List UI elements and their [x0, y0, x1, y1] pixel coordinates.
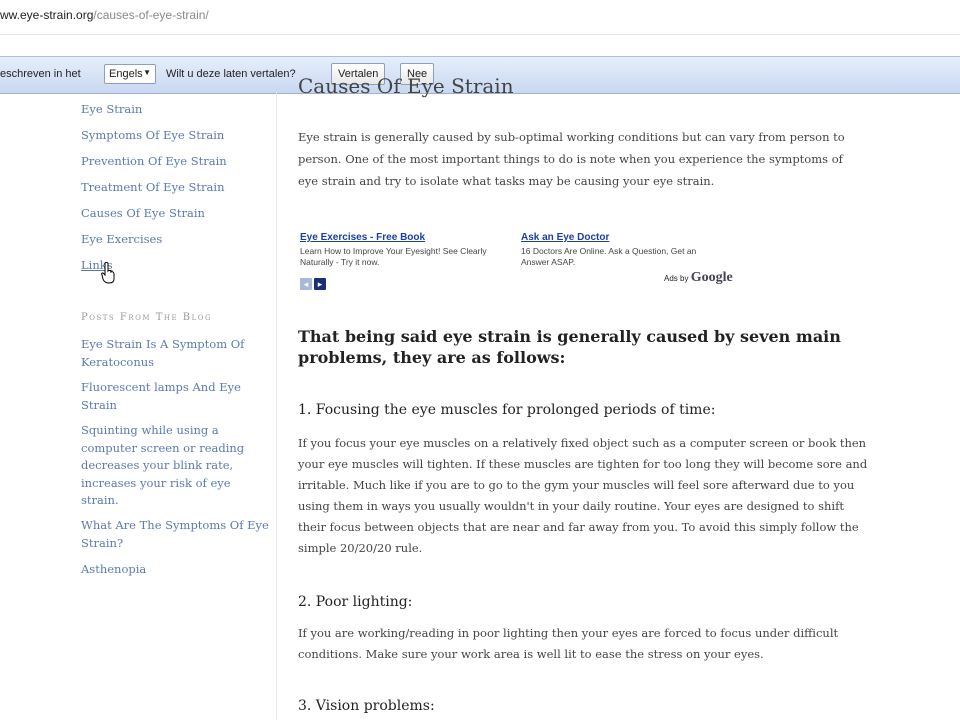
language-value: Engels — [109, 68, 143, 80]
translate-question: Wilt u deze laten vertalen? — [166, 68, 296, 80]
ad-description: Learn How to Improve Your Eyesight! See … — [300, 246, 487, 267]
ad-item[interactable]: Eye Exercises - Free Book Learn How to I… — [300, 232, 505, 268]
hand-cursor-icon — [101, 262, 115, 284]
sidebar-link-exercises[interactable]: Eye Exercises — [81, 232, 162, 246]
sidebar: Eye Strain Symptoms Of Eye Strain Preven… — [0, 92, 277, 720]
written-in-label: eschreven in het — [0, 68, 81, 80]
address-bar[interactable]: ww.eye-strain.org/causes-of-eye-strain/ — [0, 0, 960, 35]
ad-description: 16 Doctors Are Online. Ask a Question, G… — [521, 246, 697, 267]
section-subheading: That being said eye strain is generally … — [298, 327, 841, 367]
blog-heading: Posts From The Blog — [81, 312, 213, 323]
cause-paragraph: If you focus your eye muscles on a relat… — [298, 436, 868, 555]
dropdown-arrow-icon: ▼ — [143, 68, 151, 77]
ad-navigation: ◂ ▸ — [300, 274, 328, 292]
cause-heading: 3. Vision problems: — [298, 698, 435, 714]
blog-post-link[interactable]: Eye Strain Is A Symptom Of Keratoconus — [81, 336, 271, 371]
ad-title-link[interactable]: Ask an Eye Doctor — [521, 232, 726, 243]
ads-by-google[interactable]: Ads by Google — [664, 270, 733, 286]
cause-paragraph: If you are working/reading in poor light… — [298, 626, 839, 661]
cause-heading: 1. Focusing the eye muscles for prolonge… — [298, 402, 716, 418]
url-text[interactable]: ww.eye-strain.org/causes-of-eye-strain/ — [0, 8, 209, 22]
blog-post-link[interactable]: Squinting while using a computer screen … — [81, 422, 271, 510]
sidebar-link-eye-strain[interactable]: Eye Strain — [81, 102, 142, 116]
main-content: Causes Of Eye Strain Eye strain is gener… — [298, 74, 938, 720]
cause-heading: 2. Poor lighting: — [298, 594, 413, 610]
intro-paragraph: Eye strain is generally caused by sub-op… — [298, 130, 845, 188]
ad-prev-icon[interactable]: ◂ — [300, 278, 312, 290]
sidebar-link-treatment[interactable]: Treatment Of Eye Strain — [81, 180, 224, 194]
language-select[interactable]: Engels ▼ — [104, 64, 156, 84]
ad-item[interactable]: Ask an Eye Doctor 16 Doctors Are Online.… — [521, 232, 726, 268]
sidebar-link-prevention[interactable]: Prevention Of Eye Strain — [81, 154, 227, 168]
sidebar-link-symptoms[interactable]: Symptoms Of Eye Strain — [81, 128, 224, 142]
blog-post-link[interactable]: Fluorescent lamps And Eye Strain — [81, 379, 271, 414]
google-logo: Google — [690, 270, 733, 285]
ad-title-link[interactable]: Eye Exercises - Free Book — [300, 232, 505, 243]
ads-by-label: Ads by — [664, 274, 689, 283]
ad-next-icon[interactable]: ▸ — [314, 278, 326, 290]
blog-post-link[interactable]: What Are The Symptoms Of Eye Strain? — [81, 517, 271, 552]
sidebar-link-causes[interactable]: Causes Of Eye Strain — [81, 206, 205, 220]
blog-post-link[interactable]: Asthenopia — [81, 561, 271, 579]
page-title: Causes Of Eye Strain — [298, 74, 514, 98]
url-path: /causes-of-eye-strain/ — [93, 8, 209, 22]
url-domain: ww.eye-strain.org — [0, 8, 94, 22]
ad-block: Eye Exercises - Free Book Learn How to I… — [298, 232, 758, 292]
